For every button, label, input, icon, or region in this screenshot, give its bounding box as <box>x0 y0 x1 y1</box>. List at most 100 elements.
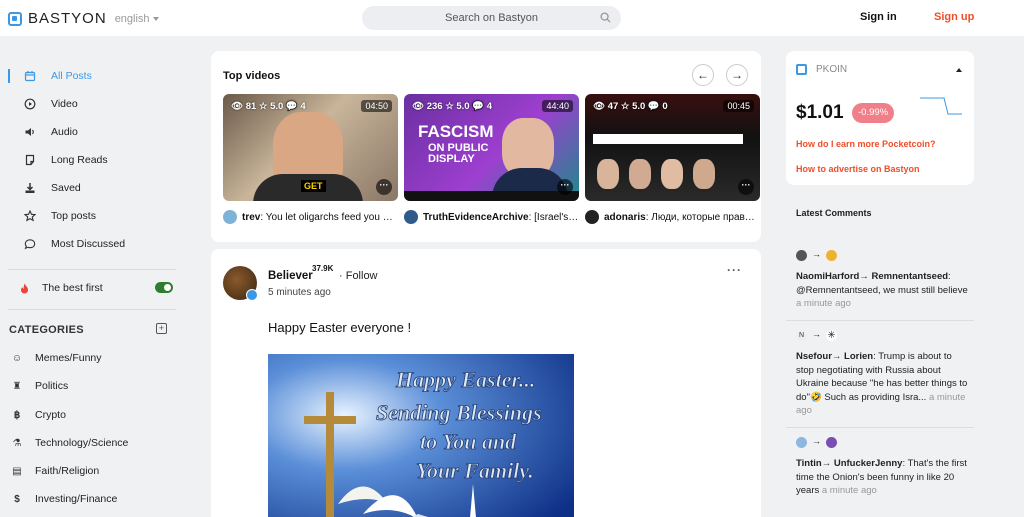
language-label: english <box>114 12 150 25</box>
comment-to[interactable]: UnfuckerJenny <box>834 458 903 469</box>
comment-item[interactable]: → Tintin→ UnfuckerJenny: That's the firs… <box>796 435 971 498</box>
nav-label: Most Discussed <box>51 238 126 250</box>
pkoin-icon <box>796 64 807 75</box>
bastyon-logo-icon <box>8 11 22 26</box>
prev-arrow-icon[interactable]: ← <box>692 64 714 86</box>
dollar-icon: $ <box>14 494 20 505</box>
comment-to[interactable]: Remnentantseed <box>871 271 948 282</box>
best-first-switch[interactable] <box>155 282 173 293</box>
smile-icon: ☺ <box>11 353 23 364</box>
nav-audio[interactable]: Audio <box>0 122 190 142</box>
comment-time: a minute ago <box>796 298 851 309</box>
arrow-right-icon: → <box>812 329 821 340</box>
nav-top-posts[interactable]: Top posts <box>0 206 190 226</box>
comment-from[interactable]: Tintin <box>796 458 822 469</box>
category-label: Politics <box>35 380 69 392</box>
video-duration: 04:50 <box>361 100 392 112</box>
more-options-icon[interactable]: ··· <box>376 179 392 195</box>
comment-item[interactable]: → NaomiHarford→ Remnentantseed: @Remnent… <box>796 248 971 311</box>
advertise-link[interactable]: How to advertise on Bastyon <box>796 164 920 174</box>
comment-from[interactable]: NaomiHarford <box>796 271 859 282</box>
divider <box>786 427 974 428</box>
video-author-row[interactable]: adonaris: Люди, которые правят Израилем <box>585 210 760 224</box>
video-stats: 👁 81 ☆ 5.0 💬 4 <box>231 101 306 112</box>
divider <box>8 309 176 310</box>
category-crypto[interactable]: ฿ Crypto <box>0 406 190 426</box>
comment-text: @Remnentantseed, we must still believe <box>796 284 968 296</box>
category-technology-science[interactable]: ⚗ Technology/Science <box>0 434 190 454</box>
image-text-line: Happy Easter... <box>395 367 535 392</box>
person-face <box>629 159 651 189</box>
avatar: N <box>796 329 807 341</box>
comments-count: 0 <box>662 101 668 112</box>
category-memes-funny[interactable]: ☺ Memes/Funny <box>0 349 190 369</box>
sign-in-button[interactable]: Sign in <box>860 11 897 23</box>
top-videos-title: Top videos <box>223 70 281 82</box>
views-count: 47 <box>607 101 619 112</box>
nav-label: All Posts <box>51 70 92 82</box>
category-politics[interactable]: ♜ Politics <box>0 377 190 397</box>
nav-label: Top posts <box>51 210 96 222</box>
thumbnail-caption: GET <box>301 180 326 192</box>
video-thumbnail[interactable]: GET 👁 81 ☆ 5.0 💬 4 04:50 ··· <box>223 94 398 201</box>
pkoin-label: PKOIN <box>816 64 848 75</box>
verified-badge-icon <box>246 289 258 301</box>
video-thumbnail[interactable]: FASCISM ON PUBLIC DISPLAY 👁 236 ☆ 5.0 💬 4… <box>404 94 579 201</box>
image-text-line: to You and <box>420 429 517 454</box>
language-selector[interactable]: english <box>115 13 159 25</box>
video-thumbnail[interactable]: 👁 47 ☆ 5.0 💬 0 00:45 ··· <box>585 94 760 201</box>
more-options-icon[interactable]: ··· <box>557 179 573 195</box>
nav-long-reads[interactable]: Long Reads <box>0 150 190 170</box>
video-title: You let oligarchs feed you propaganda <box>265 211 398 223</box>
microscope-icon: ⚗ <box>12 438 22 449</box>
nav-label: Audio <box>51 126 78 138</box>
pkoin-widget: PKOIN $1.01 -0.99% How do I earn more Po… <box>786 51 974 185</box>
download-icon <box>25 183 35 193</box>
more-options-icon[interactable]: ··· <box>727 263 742 277</box>
earn-pkoin-link[interactable]: How do I earn more Pocketcoin? <box>796 139 936 149</box>
comment-item[interactable]: N → ✳ Nsefour→ Lorien: Trump is about to… <box>796 328 971 418</box>
video-author: TruthEvidenceArchive <box>423 211 529 223</box>
nav-video[interactable]: Video <box>0 94 190 114</box>
chevron-up-icon[interactable] <box>956 68 962 72</box>
category-faith-religion[interactable]: ▤ Faith/Religion <box>0 462 190 482</box>
rating-value: 5.0 <box>270 101 284 112</box>
nav-label: Saved <box>51 182 81 194</box>
avatar <box>826 436 837 448</box>
search-icon[interactable] <box>600 12 611 23</box>
comments-count: 4 <box>486 101 492 112</box>
comment-to[interactable]: Lorien <box>844 351 873 362</box>
play-circle-icon <box>24 98 36 110</box>
video-author-row[interactable]: TruthEvidenceArchive: [Israel's true his… <box>404 210 579 224</box>
search-bar[interactable] <box>362 6 621 30</box>
arrow-right-icon: → <box>812 436 821 447</box>
comment-from[interactable]: Nsefour <box>796 351 832 362</box>
post-image[interactable]: Happy Easter... Sending Blessings to You… <box>268 354 574 517</box>
categories-heading: CATEGORIES <box>9 324 84 336</box>
category-investing-finance[interactable]: $ Investing/Finance <box>0 490 190 510</box>
video-duration: 44:40 <box>542 100 573 112</box>
follow-button[interactable]: · Follow <box>339 270 378 282</box>
add-category-icon[interactable]: + <box>156 323 167 334</box>
post-author[interactable]: Believer <box>268 270 313 282</box>
price-sparkline <box>920 97 962 115</box>
brand-logo[interactable]: BASTYON english <box>8 10 159 27</box>
chevron-down-icon <box>152 16 159 21</box>
sign-up-button[interactable]: Sign up <box>934 11 974 23</box>
video-title: Люди, которые правят Израилем <box>651 211 760 223</box>
nav-all-posts[interactable]: All Posts <box>0 66 190 86</box>
image-text-line: Sending Blessings <box>376 400 542 425</box>
latest-comments-heading: Latest Comments <box>796 208 872 218</box>
nav-most-discussed[interactable]: Most Discussed <box>0 234 190 254</box>
search-input[interactable] <box>391 12 592 24</box>
video-author: trev <box>242 211 261 223</box>
nav-label: Long Reads <box>51 154 108 166</box>
comments-count: 4 <box>300 101 306 112</box>
best-first-toggle-row[interactable]: The best first <box>0 279 190 299</box>
thumbnail-banner <box>593 134 743 144</box>
pkoin-price: $1.01 <box>796 102 844 123</box>
nav-saved[interactable]: Saved <box>0 178 190 198</box>
video-author-row[interactable]: trev: You let oligarchs feed you propaga… <box>223 210 398 224</box>
next-arrow-icon[interactable]: → <box>726 64 748 86</box>
more-options-icon[interactable]: ··· <box>738 179 754 195</box>
